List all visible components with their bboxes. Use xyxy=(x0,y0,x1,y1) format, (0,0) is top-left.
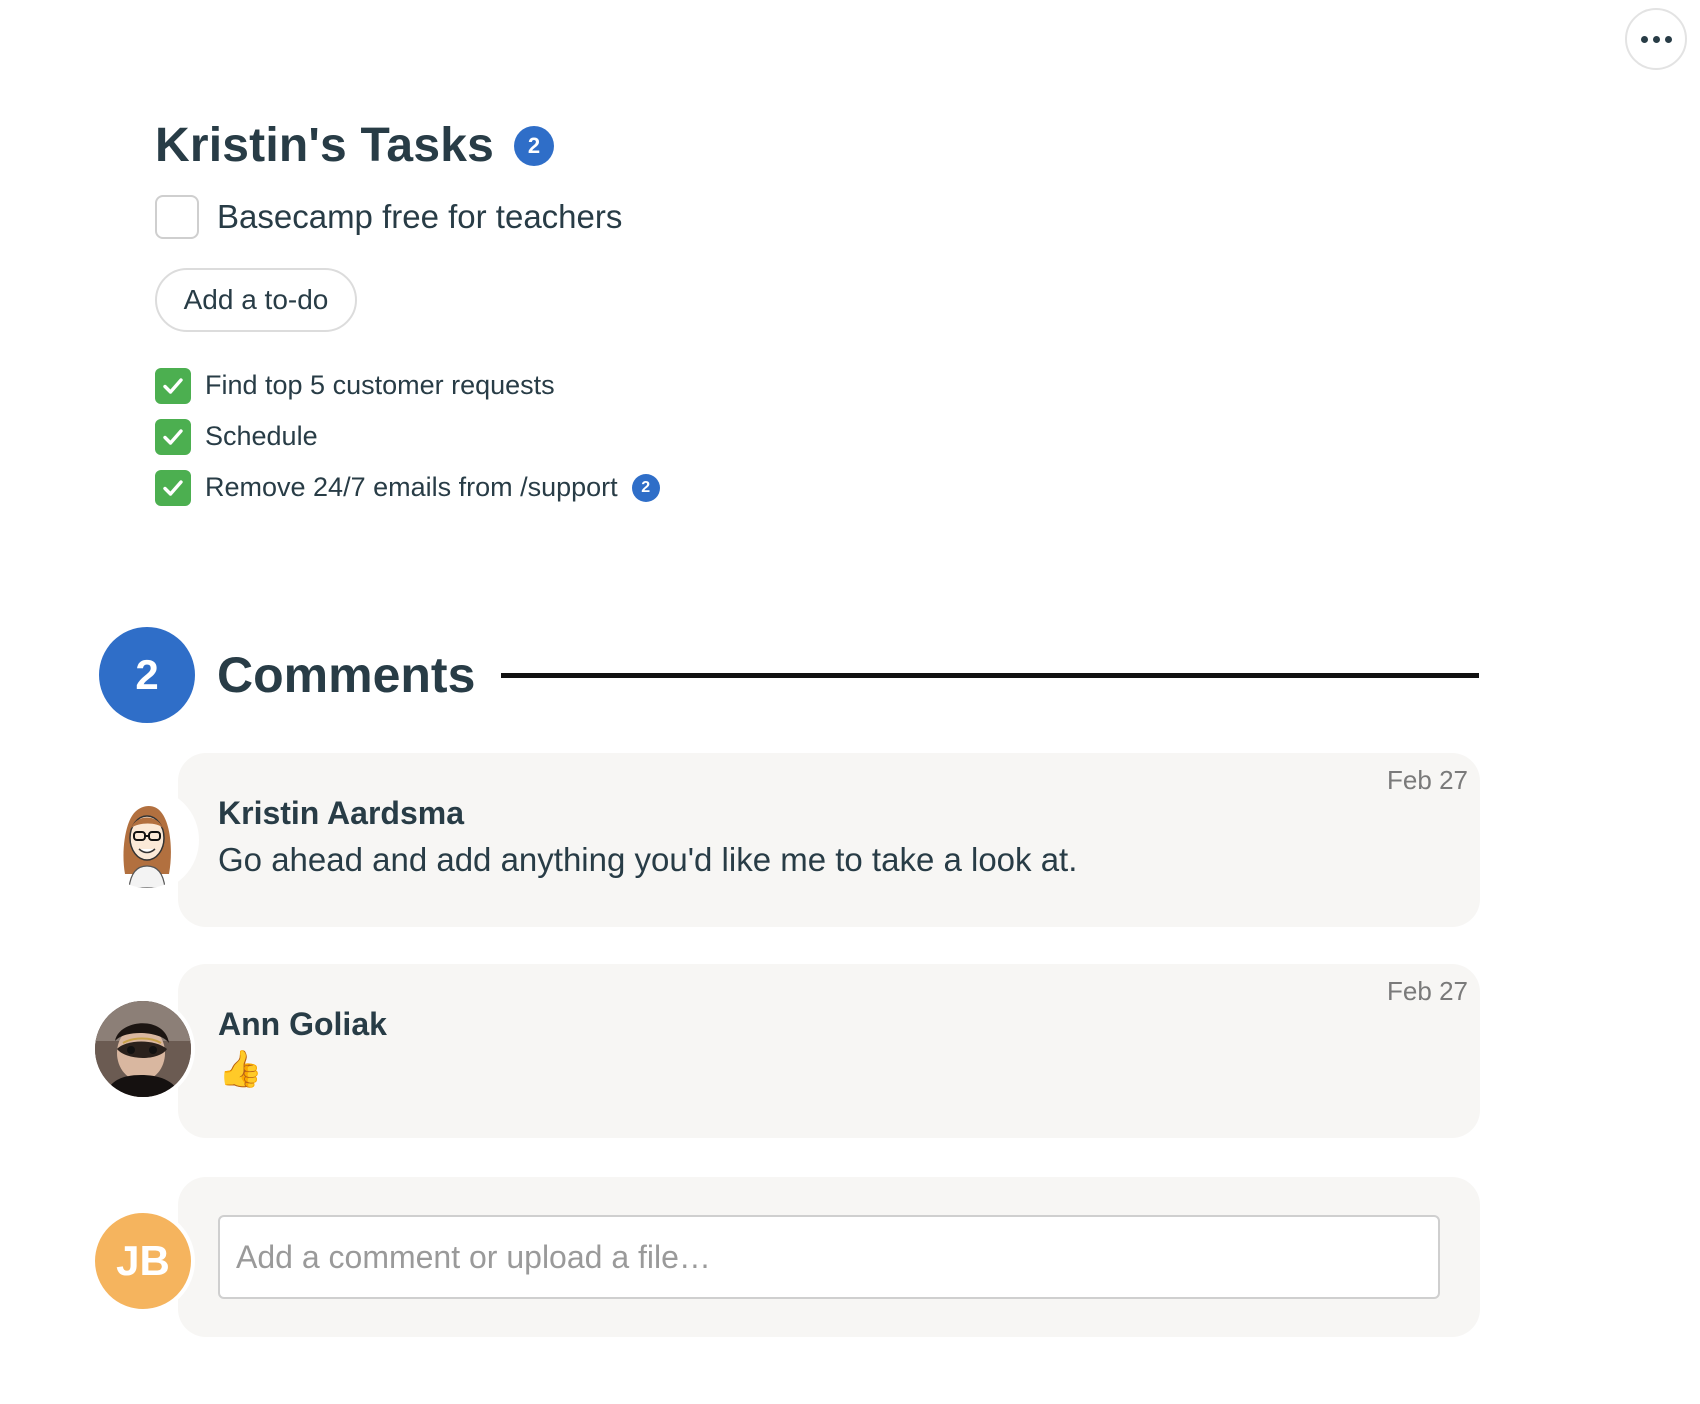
todo-item: Basecamp free for teachers xyxy=(155,195,622,239)
comments-header: 2 Comments xyxy=(99,627,1479,723)
comments-heading: Comments xyxy=(217,647,476,703)
comment-input[interactable] xyxy=(218,1215,1440,1299)
masked-portrait-icon xyxy=(95,1001,191,1097)
add-todo-button[interactable]: Add a to-do xyxy=(155,268,357,332)
comments-divider xyxy=(501,672,1479,678)
completed-todo-label[interactable]: Schedule xyxy=(205,421,318,452)
comment-author[interactable]: Ann Goliak xyxy=(218,1006,387,1043)
avatar[interactable] xyxy=(95,788,199,892)
comments-count-badge: 2 xyxy=(99,627,195,723)
checked-checkbox-icon[interactable] xyxy=(155,367,191,404)
comment-composer: JB xyxy=(91,1177,1480,1337)
comment-date[interactable]: Feb 27 xyxy=(1387,976,1468,1007)
checked-checkbox-icon[interactable] xyxy=(155,469,191,506)
completed-todo-label[interactable]: Find top 5 customer requests xyxy=(205,370,555,401)
todo-checkbox[interactable] xyxy=(155,195,199,239)
avatar[interactable] xyxy=(91,997,195,1101)
todo-label[interactable]: Basecamp free for teachers xyxy=(217,198,622,236)
comment-body: Go ahead and add anything you'd like me … xyxy=(218,841,1078,878)
options-button[interactable] xyxy=(1625,8,1687,70)
todolist-comment-count-badge[interactable]: 2 xyxy=(514,125,554,166)
current-user-avatar: JB xyxy=(91,1209,195,1313)
comment-card: Feb 27 Kristin Aardsma Go ahead and add … xyxy=(95,753,1480,927)
todo-comment-count-badge[interactable]: 2 xyxy=(631,473,660,502)
illustrated-portrait-icon xyxy=(99,792,195,888)
comment-card: Feb 27 Ann Goliak 👍 xyxy=(91,964,1480,1138)
comment-author[interactable]: Kristin Aardsma xyxy=(218,795,464,832)
thumbs-up-emoji: 👍 xyxy=(218,1048,263,1089)
completed-todos-list: Find top 5 customer requests Schedule Re… xyxy=(155,360,660,513)
todolist-page: Kristin's Tasks 2 Basecamp free for teac… xyxy=(0,0,1700,1404)
completed-todo-item: Find top 5 customer requests xyxy=(155,360,660,411)
completed-todo-label[interactable]: Remove 24/7 emails from /support xyxy=(205,472,618,503)
todolist-title[interactable]: Kristin's Tasks xyxy=(155,118,494,173)
checked-checkbox-icon[interactable] xyxy=(155,418,191,455)
completed-todo-item: Schedule xyxy=(155,411,660,462)
ellipsis-icon xyxy=(1638,35,1674,43)
comment-date[interactable]: Feb 27 xyxy=(1387,765,1468,796)
completed-todo-item: Remove 24/7 emails from /support 2 xyxy=(155,462,660,513)
todolist-header: Kristin's Tasks 2 xyxy=(155,118,554,173)
